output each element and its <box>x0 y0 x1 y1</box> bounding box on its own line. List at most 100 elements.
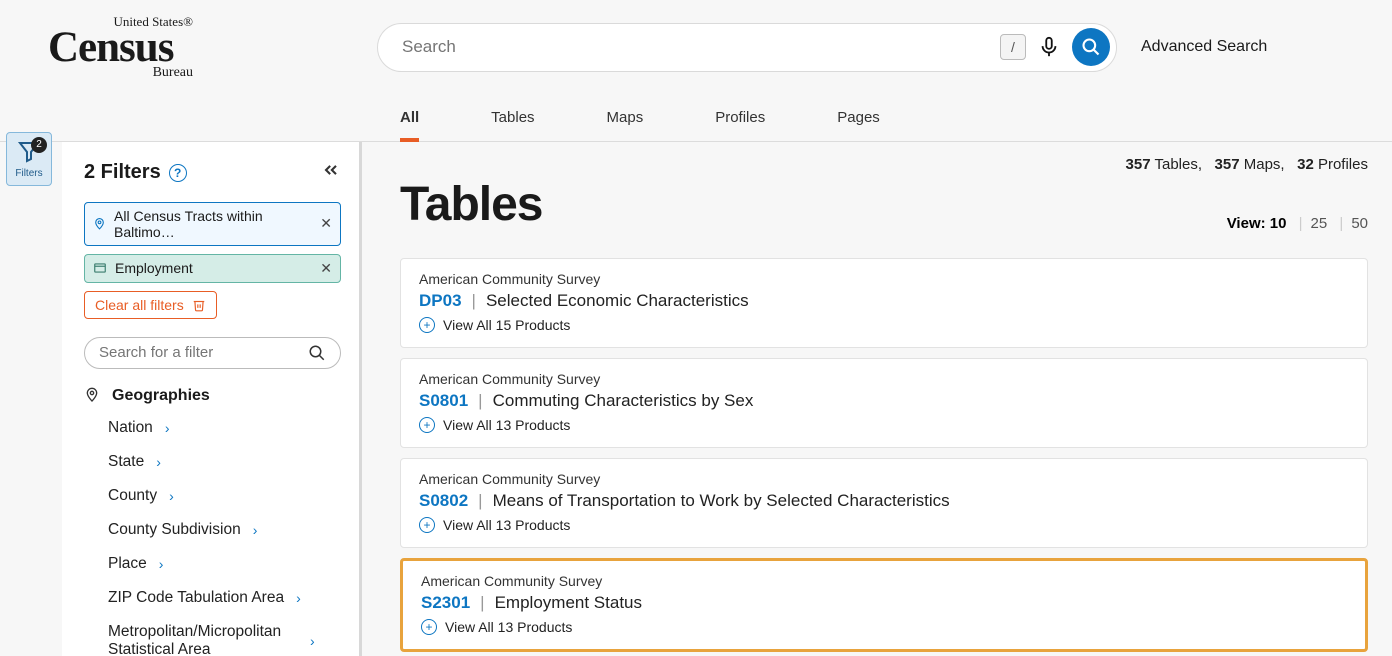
geo-item-nation[interactable]: Nation› <box>108 411 341 445</box>
geo-item-metro[interactable]: Metropolitan/Micropolitan Statistical Ar… <box>108 615 341 656</box>
result-code[interactable]: S0802 <box>419 491 468 511</box>
chevron-right-icon: › <box>310 633 315 649</box>
filter-chip-label: Employment <box>115 260 193 276</box>
view-products-link[interactable]: + View All 13 Products <box>419 417 1349 433</box>
count-profiles: 32 <box>1297 156 1314 173</box>
geo-item-label: County Subdivision <box>108 521 241 539</box>
remove-filter-icon[interactable]: ✕ <box>320 260 332 277</box>
result-source: American Community Survey <box>419 371 1349 387</box>
count-tables-label: Tables, <box>1154 156 1202 173</box>
sidebar-title: 2 Filters ? <box>84 161 187 184</box>
result-card[interactable]: American Community SurveyS0802|Means of … <box>400 458 1368 548</box>
search-wrap: / Advanced Search <box>377 23 1392 72</box>
result-counts: 357 Tables, 357 Maps, 32 Profiles <box>400 156 1368 173</box>
search-button[interactable] <box>1072 28 1110 66</box>
header: United States® Census Bureau / Advanced … <box>0 0 1392 95</box>
chevron-double-left-icon <box>321 160 341 180</box>
separator: | <box>480 593 484 613</box>
view-option-25[interactable]: 25 <box>1311 215 1328 232</box>
filter-chip-geography[interactable]: All Census Tracts within Baltimo… ✕ <box>84 202 341 246</box>
separator: | <box>472 291 476 311</box>
geo-item-place[interactable]: Place› <box>108 547 341 581</box>
view-options: View: 10 |25 |50 <box>1227 215 1368 232</box>
view-option-50[interactable]: 50 <box>1351 215 1368 232</box>
tab-all[interactable]: All <box>400 109 419 142</box>
search-icon <box>308 344 326 362</box>
filters-count-badge: 2 <box>31 137 47 153</box>
search-icon <box>1081 37 1101 57</box>
page-title: Tables <box>400 177 543 232</box>
sidebar-title-text: 2 Filters <box>84 161 161 184</box>
plus-circle-icon: + <box>419 317 435 333</box>
geo-item-zcta[interactable]: ZIP Code Tabulation Area › <box>108 581 341 615</box>
geo-item-state[interactable]: State› <box>108 445 341 479</box>
filter-search-input[interactable] <box>99 344 308 361</box>
trash-icon <box>192 298 206 312</box>
chevron-right-icon: › <box>159 556 164 572</box>
geo-list: Nation› State› County› County Subdivisio… <box>108 411 341 656</box>
geo-category: Geographies <box>84 387 341 411</box>
view-products-label: View All 13 Products <box>443 417 570 433</box>
body: 2 Filters ? All Census Tracts within Bal… <box>0 142 1392 656</box>
geo-item-label: Nation <box>108 419 153 437</box>
view-products-link[interactable]: + View All 13 Products <box>419 517 1349 533</box>
logo-mid: Census <box>48 30 193 67</box>
chevron-right-icon: › <box>253 522 258 538</box>
view-products-link[interactable]: +View All 13 Products <box>421 619 1347 635</box>
geo-item-label: ZIP Code Tabulation Area <box>108 589 284 607</box>
geo-item-label: Metropolitan/Micropolitan Statistical Ar… <box>108 623 298 656</box>
advanced-search-link[interactable]: Advanced Search <box>1141 38 1267 56</box>
plus-circle-icon: + <box>419 517 435 533</box>
search-input[interactable] <box>402 37 1000 57</box>
geo-item-county-subdivision[interactable]: County Subdivision › <box>108 513 341 547</box>
filter-search[interactable] <box>84 337 341 369</box>
result-title: Employment Status <box>495 593 642 613</box>
view-products-label: View All 13 Products <box>445 619 572 635</box>
chevron-right-icon: › <box>156 454 161 470</box>
tab-profiles[interactable]: Profiles <box>715 109 765 141</box>
remove-filter-icon[interactable]: ✕ <box>320 215 332 232</box>
view-active[interactable]: 10 <box>1270 215 1287 232</box>
result-title: Selected Economic Characteristics <box>486 291 749 311</box>
result-card[interactable]: American Community SurveyS0801|Commuting… <box>400 358 1368 448</box>
plus-circle-icon: + <box>419 417 435 433</box>
pin-icon <box>93 217 106 231</box>
clear-filters-label: Clear all filters <box>95 297 184 313</box>
result-title: Commuting Characteristics by Sex <box>493 391 754 411</box>
result-code[interactable]: DP03 <box>419 291 462 311</box>
view-label: View: <box>1227 215 1266 232</box>
result-source: American Community Survey <box>421 573 1347 589</box>
view-products-label: View All 15 Products <box>443 317 570 333</box>
view-products-link[interactable]: + View All 15 Products <box>419 317 1349 333</box>
sidebar: 2 Filters ? All Census Tracts within Bal… <box>62 142 362 656</box>
chevron-right-icon: › <box>296 590 301 606</box>
filters-toggle[interactable]: 2 Filters <box>6 132 52 186</box>
mic-icon[interactable] <box>1038 36 1060 58</box>
result-code[interactable]: S0801 <box>419 391 468 411</box>
result-code[interactable]: S2301 <box>421 593 470 613</box>
result-title: Means of Transportation to Work by Selec… <box>493 491 950 511</box>
help-icon[interactable]: ? <box>169 164 187 182</box>
slash-key-hint: / <box>1000 34 1026 60</box>
geo-item-label: County <box>108 487 157 505</box>
collapse-sidebar-button[interactable] <box>321 160 341 186</box>
geo-category-title: Geographies <box>112 387 210 405</box>
tab-tables[interactable]: Tables <box>491 109 534 141</box>
filter-chip-topic[interactable]: Employment ✕ <box>84 254 341 283</box>
logo[interactable]: United States® Census Bureau <box>48 14 193 81</box>
geo-item-county[interactable]: County› <box>108 479 341 513</box>
filter-chip-label: All Census Tracts within Baltimo… <box>114 208 312 240</box>
separator: | <box>478 491 482 511</box>
count-maps-label: Maps, <box>1244 156 1285 173</box>
result-source: American Community Survey <box>419 271 1349 287</box>
result-card[interactable]: American Community Survey S2301 | Employmen… <box>400 558 1368 652</box>
pin-icon <box>84 387 100 403</box>
main: 357 Tables, 357 Maps, 32 Profiles Tables… <box>362 142 1392 656</box>
clear-filters-button[interactable]: Clear all filters <box>84 291 217 319</box>
filters-toggle-label: Filters <box>7 168 51 179</box>
tab-pages[interactable]: Pages <box>837 109 880 141</box>
tab-maps[interactable]: Maps <box>607 109 644 141</box>
view-products-label: View All 13 Products <box>443 517 570 533</box>
result-card[interactable]: American Community Survey DP03 | Selected E… <box>400 258 1368 348</box>
search-bar[interactable]: / <box>377 23 1117 72</box>
